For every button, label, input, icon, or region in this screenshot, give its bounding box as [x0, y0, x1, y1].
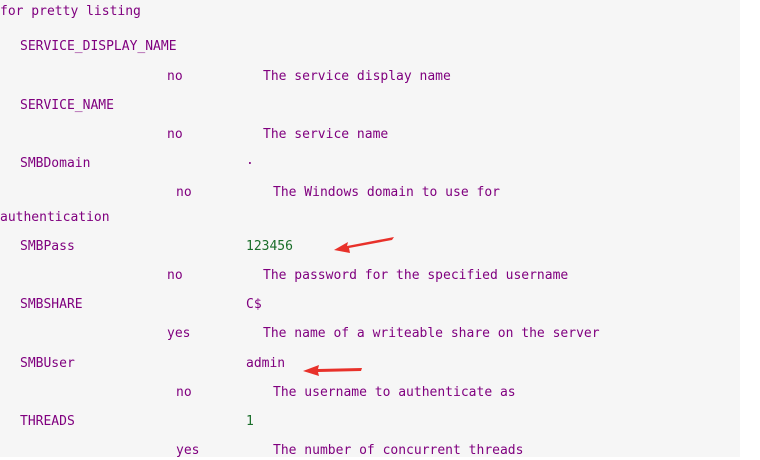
option-name: SERVICE_DISPLAY_NAME	[20, 39, 177, 54]
option-description: The service name	[263, 127, 389, 142]
option-required: no	[176, 385, 192, 400]
option-required: no	[167, 127, 183, 142]
red-arrow-icon	[334, 237, 394, 253]
option-value: .	[246, 153, 254, 168]
option-name: SERVICE_NAME	[20, 98, 114, 113]
option-description: The service display name	[263, 69, 451, 84]
red-arrow-icon	[303, 365, 362, 376]
option-name: SMBSHARE	[20, 297, 83, 312]
option-required: no	[167, 69, 183, 84]
option-value: admin	[246, 356, 286, 371]
option-required: no	[167, 268, 183, 283]
wrapped-description: authentication	[0, 210, 110, 225]
option-required: yes	[176, 443, 200, 458]
option-name: SMBDomain	[20, 156, 91, 171]
option-description: The name of a writeable share on the ser…	[263, 326, 600, 341]
option-required: yes	[167, 326, 191, 341]
option-description: The username to authenticate as	[273, 385, 516, 400]
option-value: 123456	[246, 239, 293, 254]
heading-line: for pretty listing	[0, 4, 141, 19]
option-name: SMBPass	[20, 239, 75, 254]
option-name: THREADS	[20, 414, 75, 429]
option-value: C$	[246, 297, 262, 312]
option-description: The Windows domain to use for	[273, 185, 500, 200]
option-value: 1	[246, 414, 254, 429]
option-name: SMBUser	[20, 356, 75, 371]
option-description: The password for the specified username	[263, 268, 569, 283]
option-description: The number of concurrent threads	[273, 443, 524, 458]
terminal-output: for pretty listing SERVICE_DISPLAY_NAME …	[0, 0, 740, 458]
option-required: no	[176, 185, 192, 200]
